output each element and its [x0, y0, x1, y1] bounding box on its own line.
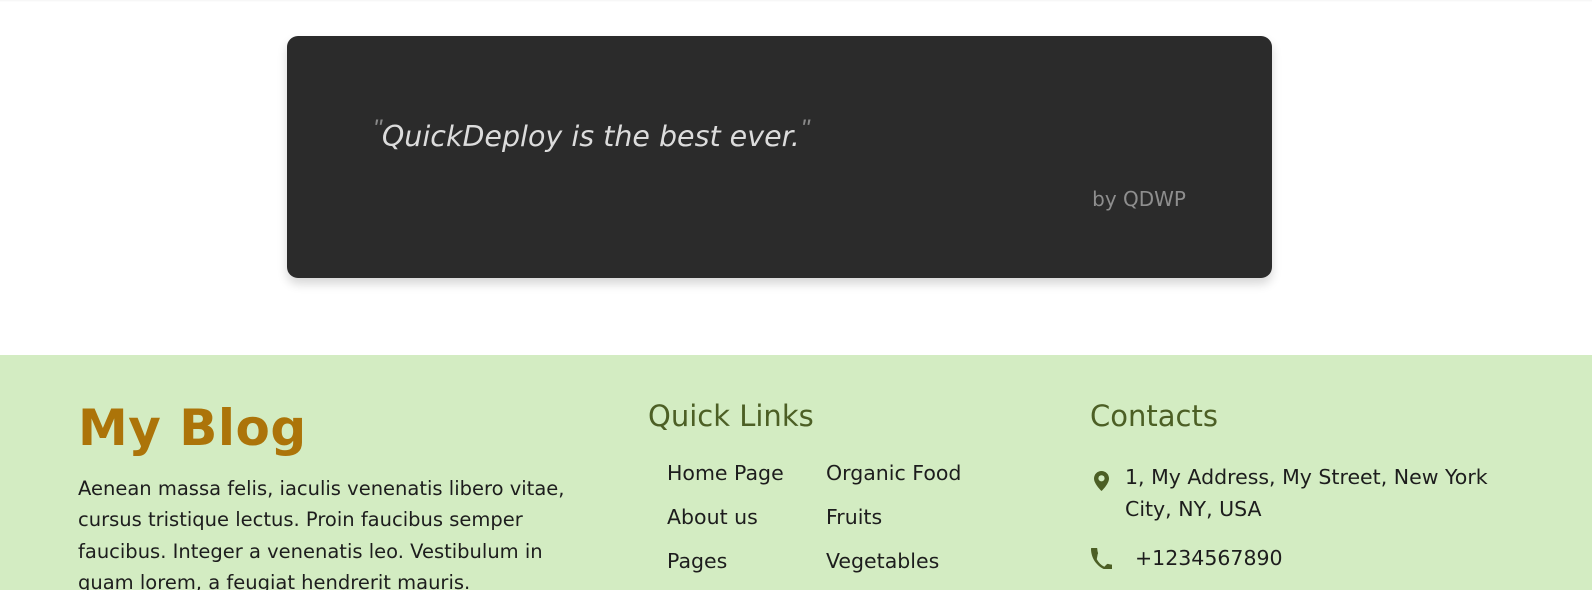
phone-icon: [1090, 543, 1112, 570]
footer-contact-list: 1, My Address, My Street, New York City,…: [1090, 434, 1530, 590]
footer-link-vegetables[interactable]: Vegetables: [826, 551, 1026, 590]
footer-column-contacts: Contacts 1, My Address, My Street, New Y…: [1090, 355, 1530, 590]
footer-link-organic-food[interactable]: Organic Food: [826, 463, 1026, 507]
footer-quick-links-grid: Home Page About us Pages Organic Food Fr…: [648, 434, 1048, 590]
footer-contact-phone-text: +1234567890: [1135, 546, 1283, 571]
footer-column-brand: My Blog Aenean massa felis, iaculis vene…: [78, 355, 578, 590]
testimonial-quote-text: QuickDeploy is the best ever.: [381, 120, 800, 153]
footer-link-home-page[interactable]: Home Page: [667, 463, 826, 507]
footer-link-pages[interactable]: Pages: [667, 551, 826, 590]
hero-top-divider: [0, 0, 1592, 2]
testimonial-section: "QuickDeploy is the best ever." by QDWP: [0, 0, 1592, 355]
footer-link-fruits[interactable]: Fruits: [826, 507, 1026, 551]
page-root: "QuickDeploy is the best ever." by QDWP …: [0, 0, 1592, 590]
map-pin-icon: [1090, 462, 1112, 491]
quote-open-icon: ": [373, 115, 382, 143]
testimonial-card: "QuickDeploy is the best ever." by QDWP: [287, 36, 1272, 278]
footer-brand-title: My Blog: [78, 399, 307, 457]
testimonial-quote: "QuickDeploy is the best ever.": [373, 114, 1232, 154]
footer-contacts-heading: Contacts: [1090, 399, 1218, 433]
footer-column-quick-links: Quick Links Home Page About us Pages Org…: [648, 355, 1048, 590]
footer-quick-links-column-two: Organic Food Fruits Vegetables: [826, 463, 1026, 590]
footer-contact-phone: +1234567890: [1090, 543, 1530, 590]
footer-quick-links-column-one: Home Page About us Pages: [648, 463, 826, 590]
footer-quick-links-heading: Quick Links: [648, 399, 814, 433]
quote-close-icon: ": [800, 115, 810, 143]
footer-contact-address: 1, My Address, My Street, New York City,…: [1090, 462, 1530, 544]
testimonial-author: by QDWP: [1092, 187, 1186, 211]
footer-brand-description: Aenean massa felis, iaculis venenatis li…: [78, 476, 565, 590]
footer-link-about-us[interactable]: About us: [667, 507, 826, 551]
footer-inner: My Blog Aenean massa felis, iaculis vene…: [0, 355, 1592, 590]
site-footer: My Blog Aenean massa felis, iaculis vene…: [0, 355, 1592, 590]
footer-contact-address-text: 1, My Address, My Street, New York City,…: [1125, 464, 1488, 521]
